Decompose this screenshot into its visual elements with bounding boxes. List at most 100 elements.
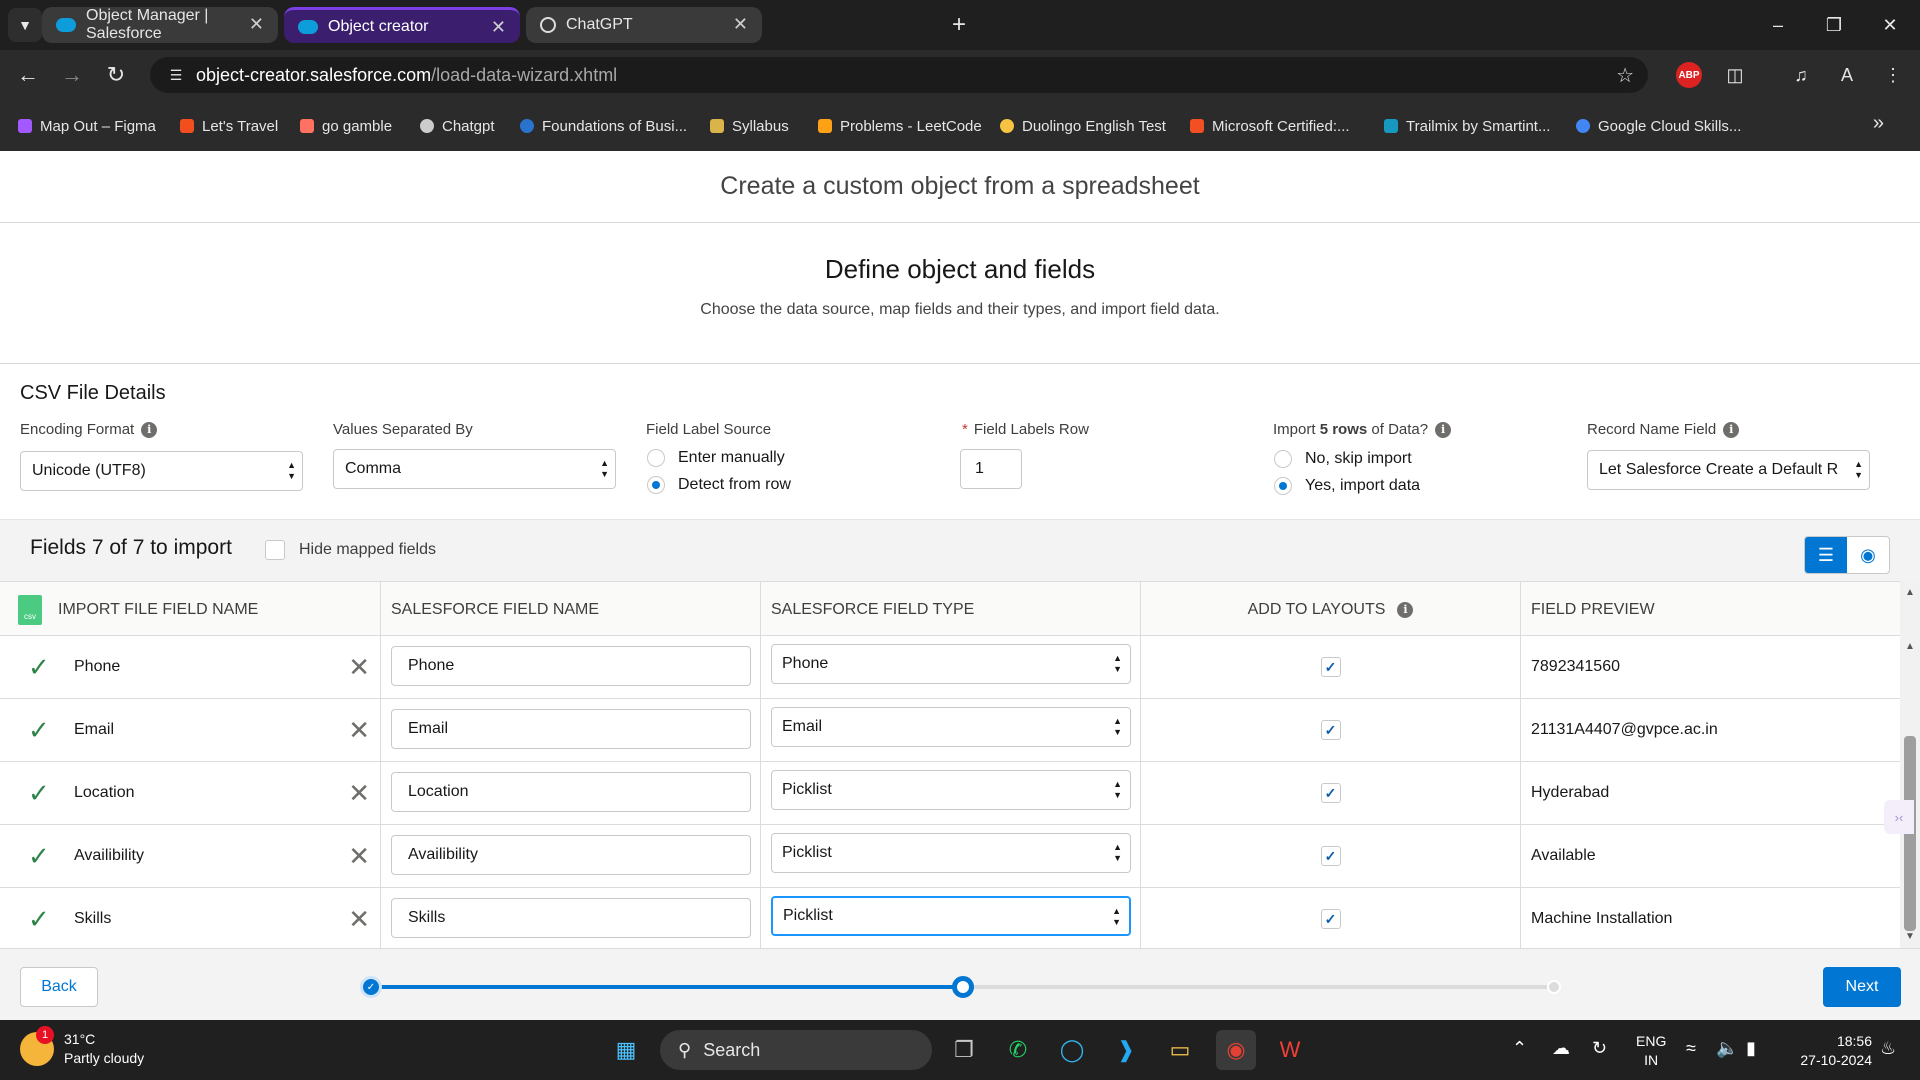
- taskbar-search-box[interactable]: ⚲ Search: [660, 1030, 932, 1070]
- encoding-format-select[interactable]: Unicode (UTF8) ▲ ▼: [20, 451, 303, 491]
- bookmark-item[interactable]: Trailmix by Smartint...: [1384, 114, 1550, 138]
- radio-skip-import[interactable]: No, skip import: [1274, 450, 1412, 468]
- bookmark-star-icon[interactable]: ☆: [1616, 63, 1634, 88]
- list-view-icon[interactable]: ☰: [1805, 537, 1847, 573]
- values-separated-select[interactable]: Comma ▲ ▼: [333, 449, 616, 489]
- add-to-layout-checkbox[interactable]: ✓: [1320, 657, 1341, 677]
- checkbox[interactable]: [265, 540, 285, 560]
- notification-bell-icon[interactable]: ♨: [1880, 1038, 1896, 1059]
- speaker-muted-icon[interactable]: 🔈: [1716, 1038, 1738, 1059]
- add-to-layout-checkbox[interactable]: ✓: [1320, 909, 1341, 929]
- bookmark-item[interactable]: Problems - LeetCode: [818, 114, 982, 138]
- field-labels-row-input[interactable]: 1: [960, 449, 1022, 489]
- add-to-layout-checkbox[interactable]: ✓: [1320, 720, 1341, 740]
- radio-detect-from-row[interactable]: Detect from row: [647, 476, 791, 494]
- sf-field-name-input[interactable]: Phone: [391, 646, 751, 686]
- battery-icon[interactable]: ▮: [1746, 1038, 1756, 1059]
- radio-button[interactable]: [1274, 450, 1292, 468]
- remove-field-x-icon[interactable]: ✕: [348, 904, 370, 935]
- bookmark-item[interactable]: Let's Travel: [180, 114, 278, 138]
- sf-field-type-select[interactable]: Email ▲ ▼: [771, 707, 1131, 747]
- tab-chatgpt[interactable]: ChatGPT ✕: [526, 7, 762, 43]
- bookmark-item[interactable]: Chatgpt: [420, 114, 495, 138]
- sf-field-type-select[interactable]: Picklist ▲ ▼: [771, 770, 1131, 810]
- minimize-icon[interactable]: –: [1758, 10, 1798, 40]
- browser-menu-kebab-icon[interactable]: ⋮: [1880, 62, 1906, 88]
- preview-eye-icon[interactable]: ◉: [1847, 537, 1889, 573]
- chrome-browser-icon[interactable]: ◉: [1216, 1030, 1256, 1070]
- bookmark-item[interactable]: Duolingo English Test: [1000, 114, 1166, 138]
- close-icon[interactable]: ✕: [249, 14, 264, 35]
- bookmark-item[interactable]: Google Cloud Skills...: [1576, 114, 1741, 138]
- restore-icon[interactable]: ❐: [1814, 10, 1854, 40]
- windows-start-icon[interactable]: ▦: [606, 1030, 646, 1070]
- tray-overflow-chevron-icon[interactable]: ⌃: [1512, 1038, 1527, 1059]
- vscode-icon[interactable]: ❱: [1106, 1030, 1146, 1070]
- forward-arrow-icon[interactable]: →: [56, 60, 88, 90]
- scroll-up-arrow-icon[interactable]: ▲: [1905, 587, 1915, 598]
- info-icon[interactable]: i: [1723, 421, 1740, 438]
- sf-field-name-input[interactable]: Email: [391, 709, 751, 749]
- remove-field-x-icon[interactable]: ✕: [348, 778, 370, 809]
- url-omnibox[interactable]: ☰ object-creator.salesforce.com/load-dat…: [150, 57, 1648, 93]
- onedrive-cloud-icon[interactable]: ☁: [1552, 1038, 1570, 1059]
- profile-avatar-icon[interactable]: A: [1834, 62, 1860, 88]
- wps-office-icon[interactable]: W: [1270, 1030, 1310, 1070]
- info-icon[interactable]: i: [1397, 601, 1414, 618]
- progress-step-upcoming[interactable]: [1547, 980, 1561, 994]
- radio-button[interactable]: [1274, 477, 1292, 495]
- new-tab-plus-icon[interactable]: +: [944, 10, 974, 40]
- scroll-up-arrow-icon[interactable]: ▲: [1905, 641, 1915, 652]
- close-icon[interactable]: ✕: [733, 14, 748, 35]
- remove-field-x-icon[interactable]: ✕: [348, 715, 370, 746]
- wifi-icon[interactable]: ≈: [1686, 1038, 1696, 1059]
- table-scrollbar[interactable]: ▲ ▲ ▼: [1900, 581, 1920, 948]
- bookmark-item[interactable]: Map Out – Figma: [18, 114, 156, 138]
- window-close-icon[interactable]: ✕: [1870, 10, 1910, 40]
- record-name-field-select[interactable]: Let Salesforce Create a Default R ▲ ▼: [1587, 450, 1870, 490]
- tab-object-manager[interactable]: Object Manager | Salesforce ✕: [42, 7, 278, 43]
- scroll-down-arrow-icon[interactable]: ▼: [1905, 931, 1915, 942]
- tab-object-creator[interactable]: Object creator ✕: [284, 7, 520, 43]
- adblock-plus-icon[interactable]: ABP: [1676, 62, 1702, 88]
- info-icon[interactable]: i: [141, 421, 158, 438]
- edge-browser-icon[interactable]: ◯: [1052, 1030, 1092, 1070]
- radio-button[interactable]: [647, 476, 665, 494]
- sf-field-name-input[interactable]: Availibility: [391, 835, 751, 875]
- system-clock[interactable]: 18:56 27-10-2024: [1780, 1032, 1872, 1070]
- bookmark-item[interactable]: Syllabus: [710, 114, 789, 138]
- collapse-side-panel-icon[interactable]: ›‹: [1884, 800, 1914, 834]
- radio-import-data[interactable]: Yes, import data: [1274, 477, 1420, 495]
- progress-step-current[interactable]: [952, 976, 974, 998]
- reload-icon[interactable]: ↻: [100, 60, 132, 90]
- sf-field-type-select[interactable]: Picklist ▲ ▼: [771, 833, 1131, 873]
- radio-button[interactable]: [647, 449, 665, 467]
- input-language[interactable]: ENG IN: [1636, 1032, 1666, 1070]
- progress-step-done-check-icon[interactable]: ✓: [360, 976, 382, 998]
- sf-field-type-select[interactable]: Picklist ▲ ▼: [771, 896, 1131, 936]
- next-button[interactable]: Next: [1823, 967, 1901, 1007]
- sync-icon[interactable]: ↻: [1592, 1038, 1607, 1059]
- remove-field-x-icon[interactable]: ✕: [348, 652, 370, 683]
- tab-search-chevron-icon[interactable]: ▼: [8, 8, 42, 42]
- back-arrow-icon[interactable]: ←: [12, 60, 44, 90]
- bookmark-item[interactable]: Microsoft Certified:...: [1190, 114, 1350, 138]
- sf-field-name-input[interactable]: Location: [391, 772, 751, 812]
- add-to-layout-checkbox[interactable]: ✓: [1320, 846, 1341, 866]
- weather-widget[interactable]: 1 31°C Partly cloudy: [20, 1026, 144, 1068]
- sf-field-type-select[interactable]: Phone ▲ ▼: [771, 644, 1131, 684]
- bookmark-item[interactable]: Foundations of Busi...: [520, 114, 687, 138]
- extensions-puzzle-icon[interactable]: ◫: [1722, 62, 1748, 88]
- sf-field-name-input[interactable]: Skills: [391, 898, 751, 938]
- media-controls-icon[interactable]: ♫: [1788, 62, 1814, 88]
- file-explorer-folder-icon[interactable]: ▭: [1160, 1030, 1200, 1070]
- bookmarks-overflow-chevron-icon[interactable]: »: [1873, 112, 1884, 135]
- close-icon[interactable]: ✕: [491, 17, 506, 38]
- add-to-layout-checkbox[interactable]: ✓: [1320, 783, 1341, 803]
- bookmark-item[interactable]: go gamble: [300, 114, 392, 138]
- back-button[interactable]: Back: [20, 967, 98, 1007]
- task-view-icon[interactable]: ❐: [944, 1030, 984, 1070]
- whatsapp-icon[interactable]: ✆: [998, 1030, 1038, 1070]
- remove-field-x-icon[interactable]: ✕: [348, 841, 370, 872]
- radio-enter-manually[interactable]: Enter manually: [647, 449, 785, 467]
